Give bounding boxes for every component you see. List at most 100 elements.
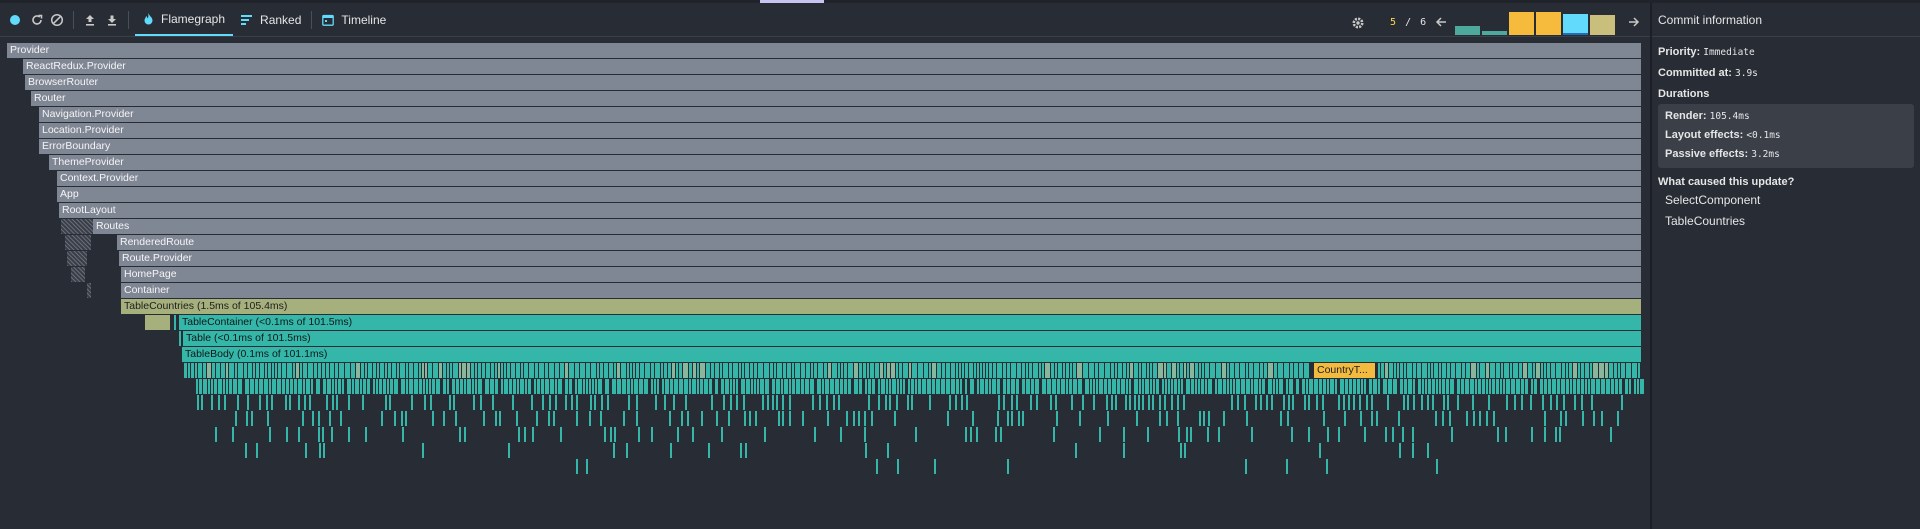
flame-node-tablecell[interactable]	[1099, 379, 1103, 394]
flame-node-tablecell[interactable]	[1506, 379, 1510, 394]
flame-node-tablerow[interactable]	[248, 363, 252, 378]
flame-node-tablerow[interactable]	[459, 363, 461, 378]
flame-node-tablecell[interactable]	[1345, 379, 1348, 394]
flame-node-tablecell[interactable]	[844, 379, 847, 394]
flame-node-tablecell[interactable]	[1031, 379, 1034, 394]
flame-node-child[interactable]	[1530, 395, 1532, 410]
flame-node-tablecell[interactable]	[472, 379, 474, 394]
flame-node-tablerow[interactable]	[293, 363, 295, 378]
flame-node-tablecell[interactable]	[1195, 379, 1197, 394]
flame-node-tablecell[interactable]	[1279, 379, 1283, 394]
flame-node-child[interactable]	[1199, 411, 1201, 426]
flame-node-tablerow[interactable]	[318, 363, 321, 378]
flame-node-tablerow[interactable]	[899, 363, 902, 378]
flame-node-tablecell[interactable]	[801, 379, 804, 394]
flame-node-tablecell[interactable]	[558, 379, 562, 394]
flame-node-tablerow[interactable]	[586, 363, 590, 378]
flame-node-child[interactable]	[1488, 395, 1490, 410]
flame-node-tablerow[interactable]	[282, 363, 286, 378]
flame-node-tablerow[interactable]	[184, 363, 187, 378]
flame-node-child[interactable]	[613, 443, 615, 458]
reload-icon[interactable]	[27, 10, 47, 30]
flame-node-child[interactable]	[965, 427, 967, 442]
arrow-right-icon[interactable]	[1624, 12, 1644, 32]
flame-node-child[interactable]	[1322, 395, 1324, 410]
flame-node-child[interactable]	[271, 395, 273, 410]
flame-node-tablerow[interactable]	[689, 363, 692, 378]
flame-node-tablecell[interactable]	[264, 379, 268, 394]
flame-node-tablerow[interactable]	[1428, 363, 1430, 378]
flame-node-tablerow[interactable]	[425, 363, 427, 378]
flame-node-child[interactable]	[789, 411, 791, 426]
flame-node-tablecell[interactable]	[889, 379, 891, 394]
flame-node-tablerow[interactable]	[406, 363, 408, 378]
flame-node-child[interactable]	[1563, 395, 1565, 410]
flame-node-tablerow[interactable]	[875, 363, 879, 378]
flame-node-child[interactable]	[1016, 395, 1018, 410]
flame-node-tablecell[interactable]	[495, 379, 498, 394]
flame-node-tablecell[interactable]	[1373, 379, 1377, 394]
flame-node-tablerow[interactable]	[1230, 363, 1234, 378]
flame-node-tablerow[interactable]	[1394, 363, 1396, 378]
flame-node-tablecell[interactable]	[282, 379, 285, 394]
flame-node-child[interactable]	[1505, 427, 1507, 442]
flame-node-tablecell[interactable]	[1400, 379, 1403, 394]
flame-node-tablecell[interactable]	[583, 379, 585, 394]
flame-node-child[interactable]	[782, 411, 784, 426]
flame-node-tablerow[interactable]	[841, 363, 843, 378]
flame-node-tablerow[interactable]	[1029, 363, 1032, 378]
flame-node-tablerow[interactable]	[565, 363, 568, 378]
flame-node-route-provider[interactable]: Route.Provider	[119, 251, 1642, 266]
flame-node-child[interactable]	[740, 443, 742, 458]
flame-node-tablerow[interactable]	[1026, 363, 1028, 378]
flame-node-tablecell[interactable]	[1408, 379, 1412, 394]
flame-node-child[interactable]	[329, 411, 331, 426]
flame-node-tablerow[interactable]	[1147, 363, 1149, 378]
flame-node-child[interactable]	[473, 395, 475, 410]
flame-node-child[interactable]	[949, 395, 951, 410]
flame-node-tablerow[interactable]	[1381, 363, 1384, 378]
flame-node-child[interactable]	[1319, 443, 1321, 458]
flame-node-tablerow[interactable]	[238, 363, 243, 378]
flame-node-tablerow[interactable]	[1089, 363, 1094, 378]
flame-node-location-provider[interactable]: Location.Provider	[39, 123, 1642, 138]
flame-node-child[interactable]	[1030, 395, 1032, 410]
flame-node-tablecell[interactable]	[784, 379, 788, 394]
flame-node-tablerow[interactable]	[838, 363, 840, 378]
flame-node-child[interactable]	[256, 443, 258, 458]
flame-node-tablerow[interactable]	[504, 363, 506, 378]
flame-node-tablerow[interactable]	[1051, 363, 1054, 378]
flame-node-child[interactable]	[594, 395, 596, 410]
flame-node-tablerow[interactable]	[932, 363, 936, 378]
flame-node-tablecell[interactable]	[918, 379, 921, 394]
flame-node-tablecell[interactable]	[218, 379, 222, 394]
flame-node-child[interactable]	[677, 427, 679, 442]
flame-node-tablerow[interactable]	[1451, 363, 1455, 378]
flame-node-child[interactable]	[1392, 427, 1394, 442]
flame-node-child[interactable]	[1364, 427, 1366, 442]
flame-node-tablerow[interactable]	[1504, 363, 1509, 378]
flame-node-child[interactable]	[340, 411, 342, 426]
flame-node-child[interactable]	[1099, 427, 1101, 442]
flame-node-tablerow[interactable]	[471, 363, 474, 378]
flame-node-tablerow[interactable]	[1621, 363, 1625, 378]
flame-node-tablerow[interactable]	[1466, 363, 1470, 378]
flame-node-tablerow[interactable]	[188, 363, 190, 378]
flame-node-tablerow[interactable]	[706, 363, 710, 378]
flame-node-child[interactable]	[309, 395, 311, 410]
flame-node-child[interactable]	[1343, 395, 1345, 410]
flame-node-tablecell[interactable]	[1357, 379, 1360, 394]
flame-node-child[interactable]	[1075, 443, 1077, 458]
flame-node-tablerow[interactable]	[1083, 363, 1088, 378]
flame-node-tablecell[interactable]	[294, 379, 297, 394]
flame-node-tablecell[interactable]	[1393, 379, 1397, 394]
flame-node-tablecell[interactable]	[586, 379, 588, 394]
flame-node-tablerow[interactable]	[1105, 363, 1110, 378]
flame-node-tablecell[interactable]	[951, 379, 955, 394]
flame-node-child[interactable]	[1260, 395, 1262, 410]
flame-node-tablerow[interactable]	[683, 363, 688, 378]
flame-node-child[interactable]	[318, 411, 320, 426]
flame-node-child[interactable]	[1442, 411, 1444, 426]
tab-ranked[interactable]: Ranked	[233, 3, 309, 36]
flame-node-tablecell[interactable]	[390, 379, 393, 394]
